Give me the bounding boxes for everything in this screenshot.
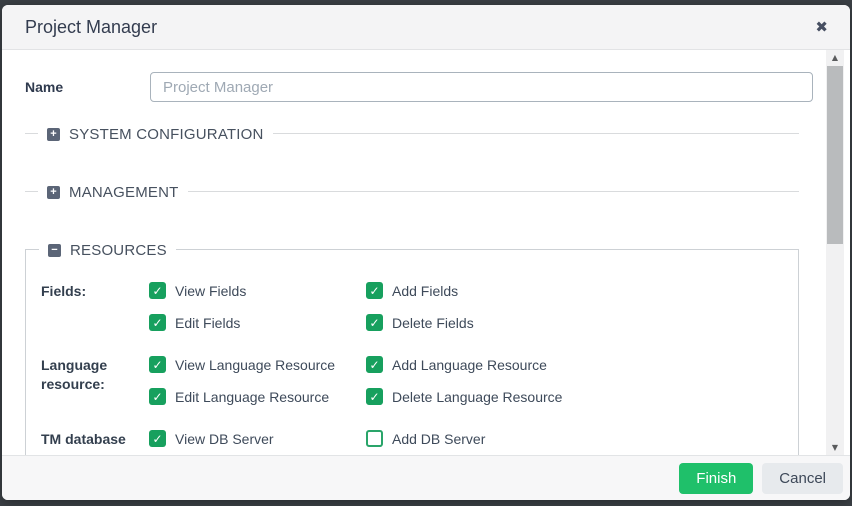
permission-row-tm-database-server: TM database server: View DB Server Add D…: [41, 430, 798, 455]
checkbox-label: Edit Language Resource: [175, 389, 329, 405]
checkbox-label: Add DB Server: [392, 431, 485, 447]
section-toggle-system-configuration[interactable]: + SYSTEM CONFIGURATION: [38, 122, 273, 146]
checkbox-label: View Fields: [175, 283, 246, 299]
dialog-body: Name + SYSTEM CONFIGURATION + MANAGEMENT…: [2, 50, 850, 455]
checkbox-view-language-resource[interactable]: [149, 356, 166, 373]
name-label: Name: [25, 79, 150, 95]
permission-item: Delete Language Resource: [366, 388, 583, 405]
checkbox-label: Delete Fields: [392, 315, 474, 331]
checkbox-view-fields[interactable]: [149, 282, 166, 299]
dialog-body-content: Name + SYSTEM CONFIGURATION + MANAGEMENT…: [25, 50, 813, 455]
permission-row-label: Fields:: [41, 282, 149, 301]
dialog-header: Project Manager ✖: [2, 5, 850, 50]
permission-row-fields: Fields: View Fields Add Fields Edit F: [41, 282, 798, 346]
collapse-icon: −: [48, 244, 61, 257]
checkbox-label: Add Fields: [392, 283, 458, 299]
scroll-down-icon[interactable]: ▼: [826, 440, 844, 455]
project-manager-dialog: Project Manager ✖ Name + SYSTEM CONFIGUR…: [2, 5, 850, 500]
name-input[interactable]: [150, 72, 813, 102]
permission-item: Add Fields: [366, 282, 583, 299]
checkbox-add-fields[interactable]: [366, 282, 383, 299]
checkbox-edit-fields[interactable]: [149, 314, 166, 331]
permission-row-language-resource: Language resource: View Language Resourc…: [41, 356, 798, 420]
section-title: RESOURCES: [70, 242, 167, 259]
section-management: + MANAGEMENT: [25, 191, 799, 192]
checkbox-delete-fields[interactable]: [366, 314, 383, 331]
permission-row-label: Language resource:: [41, 356, 149, 394]
section-toggle-resources[interactable]: − RESOURCES: [39, 238, 176, 262]
dialog-title: Project Manager: [25, 17, 157, 38]
checkbox-label: Edit Fields: [175, 315, 240, 331]
checkbox-edit-language-resource[interactable]: [149, 388, 166, 405]
vertical-scrollbar[interactable]: ▲ ▼: [826, 50, 844, 455]
checkbox-label: Add Language Resource: [392, 357, 547, 373]
checkbox-delete-language-resource[interactable]: [366, 388, 383, 405]
checkbox-add-language-resource[interactable]: [366, 356, 383, 373]
section-title: MANAGEMENT: [69, 184, 179, 201]
cancel-button[interactable]: Cancel: [762, 463, 843, 494]
finish-button[interactable]: Finish: [679, 463, 753, 494]
permission-item: View Language Resource: [149, 356, 366, 373]
section-toggle-management[interactable]: + MANAGEMENT: [38, 180, 188, 204]
dialog-footer: Finish Cancel: [2, 455, 850, 500]
permission-item: Add Language Resource: [366, 356, 583, 373]
expand-icon: +: [47, 186, 60, 199]
permission-item: View Fields: [149, 282, 366, 299]
permission-item: Edit Language Resource: [149, 388, 366, 405]
scrollbar-thumb[interactable]: [827, 66, 843, 244]
section-title: SYSTEM CONFIGURATION: [69, 126, 264, 143]
expand-icon: +: [47, 128, 60, 141]
checkbox-label: Delete Language Resource: [392, 389, 562, 405]
permission-item: Delete Fields: [366, 314, 583, 331]
checkbox-add-db-server[interactable]: [366, 430, 383, 447]
permission-row-label: TM database server:: [41, 430, 149, 455]
permission-item: View DB Server: [149, 430, 366, 447]
checkbox-label: View DB Server: [175, 431, 274, 447]
section-system-configuration: + SYSTEM CONFIGURATION: [25, 133, 799, 134]
checkbox-label: View Language Resource: [175, 357, 335, 373]
section-resources: − RESOURCES Fields: View Fields Add Fiel…: [25, 249, 799, 455]
name-field-row: Name: [25, 72, 813, 102]
permission-item: Edit Fields: [149, 314, 366, 331]
close-icon[interactable]: ✖: [811, 16, 832, 39]
checkbox-view-db-server[interactable]: [149, 430, 166, 447]
scroll-up-icon[interactable]: ▲: [826, 50, 844, 65]
permission-item: Add DB Server: [366, 430, 583, 447]
